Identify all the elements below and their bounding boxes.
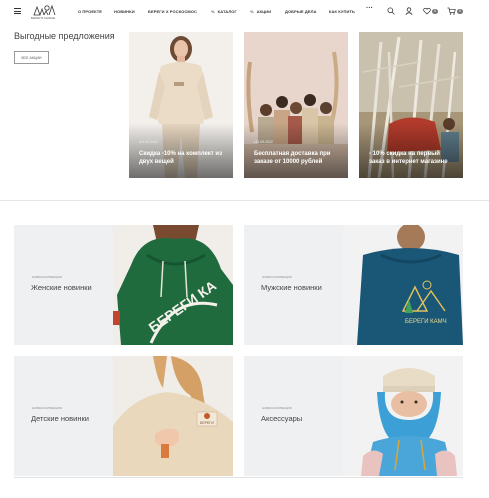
category-kids[interactable]: Новая коллекция Детские новинки БЕРЕГИ — [14, 356, 233, 476]
category-sub: Новая коллекция — [262, 275, 292, 279]
category-photo-accessories — [343, 356, 463, 476]
section-divider — [0, 200, 489, 201]
category-name: Аксессуары — [261, 414, 303, 423]
category-women[interactable]: Новая коллекция Женские новинки БЕРЕГИ К… — [14, 225, 233, 345]
promo-card-bundle-discount[interactable]: 01.02.2022 Скидка -10% на комплект из дв… — [129, 32, 233, 178]
favorites-button[interactable]: 0 — [423, 7, 438, 15]
promo-caption: Скидка -10% на комплект из двух вещей — [139, 151, 223, 165]
category-men[interactable]: Новая коллекция Мужские новинки БЕРЕГИ К… — [244, 225, 463, 345]
all-sales-button[interactable]: ВСЕ АКЦИИ — [14, 51, 49, 64]
nav-catalog-label: Каталог — [217, 9, 237, 14]
promo-card-free-delivery[interactable]: 11.09.2022 Бесплатная доставка при заказ… — [244, 32, 348, 178]
category-name: Мужские новинки — [261, 283, 322, 292]
cart-button[interactable]: 0 — [447, 7, 463, 15]
promo-card-first-order[interactable]: - 10% скидка на первый заказ в интернет … — [359, 32, 463, 178]
catalog-percent-icon: % — [211, 9, 215, 14]
promo-caption: - 10% скидка на первый заказ в интернет … — [369, 151, 448, 165]
user-icon[interactable] — [405, 7, 413, 15]
menu-icon[interactable] — [14, 8, 21, 14]
nav-good-deeds[interactable]: Добрые дела — [285, 9, 317, 14]
promo-caption: Бесплатная доставка при заказе от 10000 … — [254, 151, 331, 165]
category-photo-kids: БЕРЕГИ — [113, 356, 233, 476]
nav-sales-label: Акции — [256, 9, 272, 14]
heart-icon — [423, 7, 431, 15]
search-icon[interactable] — [387, 7, 395, 15]
hoodie-print-text: БЕРЕГИ КАМЧ — [405, 319, 447, 325]
nav-new[interactable]: Новинки — [114, 9, 135, 14]
nav-roscosmos[interactable]: Береги х Роскосмос — [148, 9, 197, 14]
category-sub: Новая коллекция — [32, 275, 62, 279]
promo-date: 01.02.2022 — [139, 140, 159, 144]
logo-text: БЕРЕГИ ЦИНАЕ — [31, 16, 56, 20]
category-accessories[interactable]: Новая коллекция Аксессуары — [244, 356, 463, 476]
promo-date: 11.09.2022 — [254, 140, 273, 144]
favorites-count: 0 — [432, 8, 438, 14]
nav-about[interactable]: О проекте — [78, 9, 102, 14]
top-header: БЕРЕГИ ЦИНАЕ О проекте Новинки Береги х … — [0, 0, 489, 24]
nav-sales[interactable]: % Акции — [250, 9, 271, 14]
footer-divider — [14, 477, 463, 478]
cart-count: 0 — [457, 8, 463, 14]
sales-percent-icon: % — [250, 9, 254, 14]
patch-print-text: БЕРЕГИ — [200, 421, 214, 425]
category-sub: Новая коллекция — [32, 406, 62, 410]
more-menu-button[interactable]: ··· — [366, 5, 373, 12]
category-photo-women: БЕРЕГИ КА — [113, 225, 233, 345]
category-name: Женские новинки — [31, 283, 92, 292]
promo-title: Выгодные предложения — [14, 31, 115, 41]
nav-catalog[interactable]: % Каталог — [211, 9, 237, 14]
category-sub: Новая коллекция — [262, 406, 292, 410]
nav-how-to-buy[interactable]: Как купить — [329, 9, 355, 14]
category-name: Детские новинки — [31, 414, 89, 423]
category-photo-men: БЕРЕГИ КАМЧ — [343, 225, 463, 345]
cart-icon — [447, 7, 456, 15]
